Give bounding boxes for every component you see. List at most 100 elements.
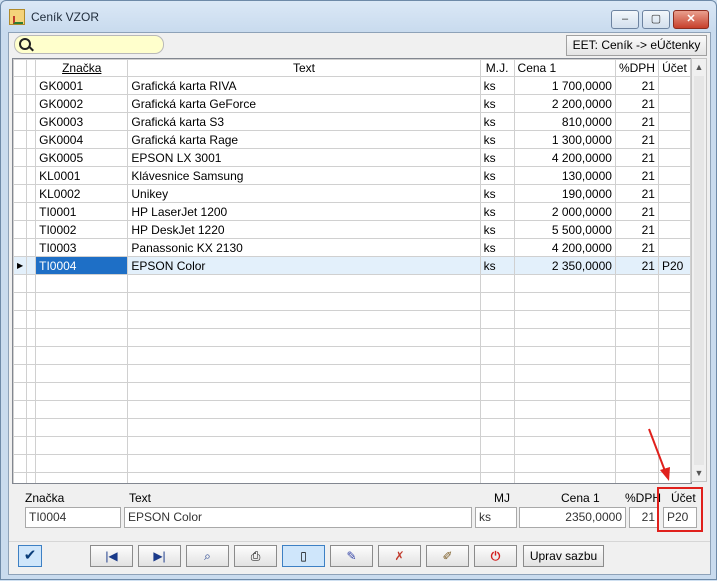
row-selector[interactable] [26,94,37,113]
cell-znacka[interactable]: TI0004 [35,256,129,275]
column-header-cena[interactable]: Cena 1 [513,59,616,77]
cell-text[interactable]: Panassonic KX 2130 [127,238,481,257]
cell-dph[interactable]: 21 [614,256,659,275]
row-selector[interactable] [26,166,37,185]
row-indicator[interactable] [13,94,28,113]
cell-mj[interactable]: ks [479,148,515,167]
table-row[interactable]: KL0001 Klávesnice Samsung ks 130,0000 21 [13,166,691,185]
cell-text[interactable]: EPSON LX 3001 [127,148,481,167]
search-input[interactable] [14,35,164,54]
scroll-up-icon[interactable]: ▲ [692,59,706,75]
cena-field[interactable]: 2350,0000 [519,507,626,528]
cell-ucet[interactable] [657,148,691,167]
row-selector[interactable] [26,238,37,257]
cell-znacka[interactable]: GK0005 [35,148,129,167]
cell-cena[interactable]: 810,0000 [513,112,616,131]
cell-mj[interactable]: ks [479,202,515,221]
cell-ucet[interactable] [657,238,691,257]
cell-mj[interactable]: ks [479,256,515,275]
cell-ucet[interactable] [657,166,691,185]
cell-ucet[interactable] [657,76,691,95]
price-list-grid[interactable]: Značka Text M.J. Cena 1 %DPH Účet GK0001… [12,58,692,484]
table-row[interactable]: GK0003 Grafická karta S3 ks 810,0000 21 [13,112,691,131]
cell-ucet[interactable] [657,94,691,113]
cell-cena[interactable]: 2 000,0000 [513,202,616,221]
cell-dph[interactable]: 21 [614,112,659,131]
cell-dph[interactable]: 21 [614,202,659,221]
table-row[interactable]: GK0002 Grafická karta GeForce ks 2 200,0000… [13,94,691,113]
row-selector[interactable] [26,256,37,275]
cell-text[interactable]: Grafická karta RIVA [127,76,481,95]
cell-mj[interactable]: ks [479,220,515,239]
text-field[interactable]: EPSON Color [124,507,472,528]
cell-mj[interactable]: ks [479,130,515,149]
table-row[interactable]: GK0005 EPSON LX 3001 ks 4 200,0000 21 [13,148,691,167]
cell-text[interactable]: Grafická karta GeForce [127,94,481,113]
cell-mj[interactable]: ks [479,238,515,257]
cell-znacka[interactable]: KL0001 [35,166,129,185]
mj-field[interactable]: ks [475,507,517,528]
cell-cena[interactable]: 4 200,0000 [513,238,616,257]
last-record-button[interactable]: ▶| [138,545,181,567]
cell-dph[interactable]: 21 [614,130,659,149]
row-selector[interactable] [26,184,37,203]
close-button[interactable]: ✕ [673,10,709,29]
table-row[interactable]: TI0001 HP LaserJet 1200 ks 2 000,0000 21 [13,202,691,221]
table-row[interactable]: ▶ TI0004 EPSON Color ks 2 350,0000 21 P20 [13,256,691,275]
table-row[interactable]: TI0002 HP DeskJet 1220 ks 5 500,0000 21 [13,220,691,239]
cell-cena[interactable]: 2 350,0000 [513,256,616,275]
cell-cena[interactable]: 4 200,0000 [513,148,616,167]
cell-mj[interactable]: ks [479,112,515,131]
cell-znacka[interactable]: TI0002 [35,220,129,239]
column-header-mj[interactable]: M.J. [479,59,515,77]
new-record-button[interactable]: ▯ [282,545,325,567]
row-indicator[interactable] [13,184,28,203]
cell-cena[interactable]: 1 700,0000 [513,76,616,95]
cell-cena[interactable]: 2 200,0000 [513,94,616,113]
vertical-scrollbar[interactable]: ▲ ▼ [691,58,707,482]
column-header-text[interactable]: Text [127,59,481,77]
cell-cena[interactable]: 1 300,0000 [513,130,616,149]
row-selector[interactable] [26,148,37,167]
row-indicator[interactable] [13,202,28,221]
cell-znacka[interactable]: TI0001 [35,202,129,221]
column-header-ucet[interactable]: Účet [657,59,691,77]
row-indicator[interactable] [13,220,28,239]
cell-dph[interactable]: 21 [614,148,659,167]
row-selector[interactable] [26,202,37,221]
cell-znacka[interactable]: KL0002 [35,184,129,203]
cell-text[interactable]: EPSON Color [127,256,481,275]
cell-znacka[interactable]: GK0003 [35,112,129,131]
dph-field[interactable]: 21 [629,507,659,528]
cell-ucet[interactable]: P20 [657,256,691,275]
scroll-down-icon[interactable]: ▼ [692,465,706,481]
cell-dph[interactable]: 21 [614,76,659,95]
row-selector[interactable] [26,76,37,95]
row-indicator[interactable] [13,148,28,167]
cell-ucet[interactable] [657,112,691,131]
row-indicator[interactable] [13,112,28,131]
cell-cena[interactable]: 5 500,0000 [513,220,616,239]
cell-znacka[interactable]: GK0002 [35,94,129,113]
cell-mj[interactable]: ks [479,184,515,203]
cell-text[interactable]: Grafická karta S3 [127,112,481,131]
cell-cena[interactable]: 190,0000 [513,184,616,203]
row-indicator[interactable] [13,238,28,257]
eet-export-button[interactable]: EET: Ceník -> eÚčtenky [566,35,707,56]
table-row[interactable]: GK0004 Grafická karta Rage ks 1 300,0000 21 [13,130,691,149]
table-row[interactable]: TI0003 Panassonic KX 2130 ks 4 200,0000 21 [13,238,691,257]
exit-button[interactable]: ⏻ [474,545,517,567]
confirm-check-icon[interactable]: ✔ [18,545,42,567]
cell-ucet[interactable] [657,220,691,239]
cell-dph[interactable]: 21 [614,166,659,185]
cell-text[interactable]: Grafická karta Rage [127,130,481,149]
cell-text[interactable]: HP LaserJet 1200 [127,202,481,221]
row-indicator[interactable] [13,130,28,149]
uprav-sazbu-button[interactable]: Uprav sazbu [523,545,604,567]
cell-dph[interactable]: 21 [614,220,659,239]
cell-dph[interactable]: 21 [614,184,659,203]
edit-record-button[interactable]: ✎ [330,545,373,567]
tools-button[interactable]: ✐ [426,545,469,567]
scrollbar-track[interactable] [694,76,704,465]
cell-dph[interactable]: 21 [614,238,659,257]
